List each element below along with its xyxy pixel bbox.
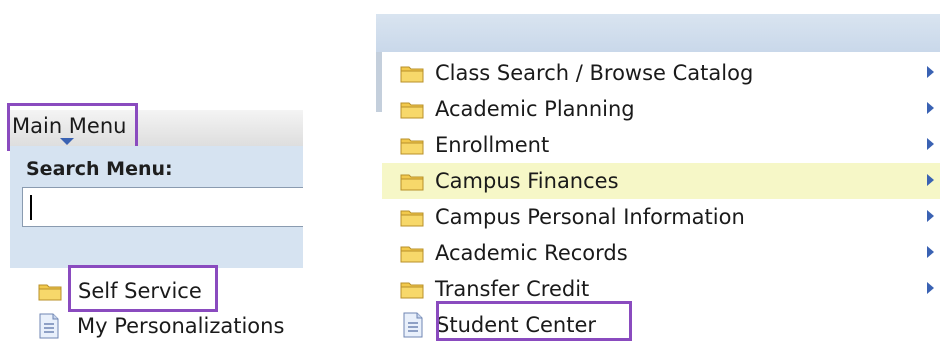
menu-item-label: My Personalizations [77,314,285,338]
submenu-item-campus-personal-information[interactable]: Campus Personal Information [382,199,940,235]
submenu-header-bar [376,14,940,52]
student-center-highlight [436,301,632,341]
folder-icon [400,171,424,191]
submenu-item-label: Class Search / Browse Catalog [435,61,754,85]
submenu-list: Class Search / Browse Catalog Academic P… [382,52,940,341]
search-menu-input[interactable] [22,187,303,227]
main-menu-highlight [7,103,138,151]
chevron-right-icon [927,282,934,294]
submenu-item-label: Academic Planning [435,97,635,121]
submenu-item-label: Transfer Credit [435,277,590,301]
search-menu-label: Search Menu: [26,158,173,180]
text-cursor [30,195,32,220]
chevron-right-icon [927,102,934,114]
submenu-item-academic-records[interactable]: Academic Records [382,235,940,271]
chevron-right-icon [927,174,934,186]
submenu-item-class-search[interactable]: Class Search / Browse Catalog [382,55,940,91]
chevron-right-icon [927,66,934,78]
submenu-item-campus-finances[interactable]: Campus Finances [382,163,940,199]
folder-icon [400,243,424,263]
folder-icon [400,99,424,119]
submenu-item-label: Campus Personal Information [435,205,745,229]
folder-icon [400,63,424,83]
document-icon [38,313,60,339]
submenu-item-academic-planning[interactable]: Academic Planning [382,91,940,127]
folder-icon [400,135,424,155]
document-icon [402,312,424,338]
chevron-right-icon [927,138,934,150]
chevron-right-icon [927,210,934,222]
chevron-right-icon [927,246,934,258]
submenu-item-enrollment[interactable]: Enrollment [382,127,940,163]
folder-icon [38,281,62,301]
menu-item-my-personalizations[interactable]: My Personalizations [38,309,284,343]
submenu-item-label: Enrollment [435,133,550,157]
folder-icon [400,207,424,227]
folder-icon [400,279,424,299]
submenu-item-label: Academic Records [435,241,628,265]
self-service-highlight [68,265,218,312]
submenu-item-label: Campus Finances [435,169,619,193]
